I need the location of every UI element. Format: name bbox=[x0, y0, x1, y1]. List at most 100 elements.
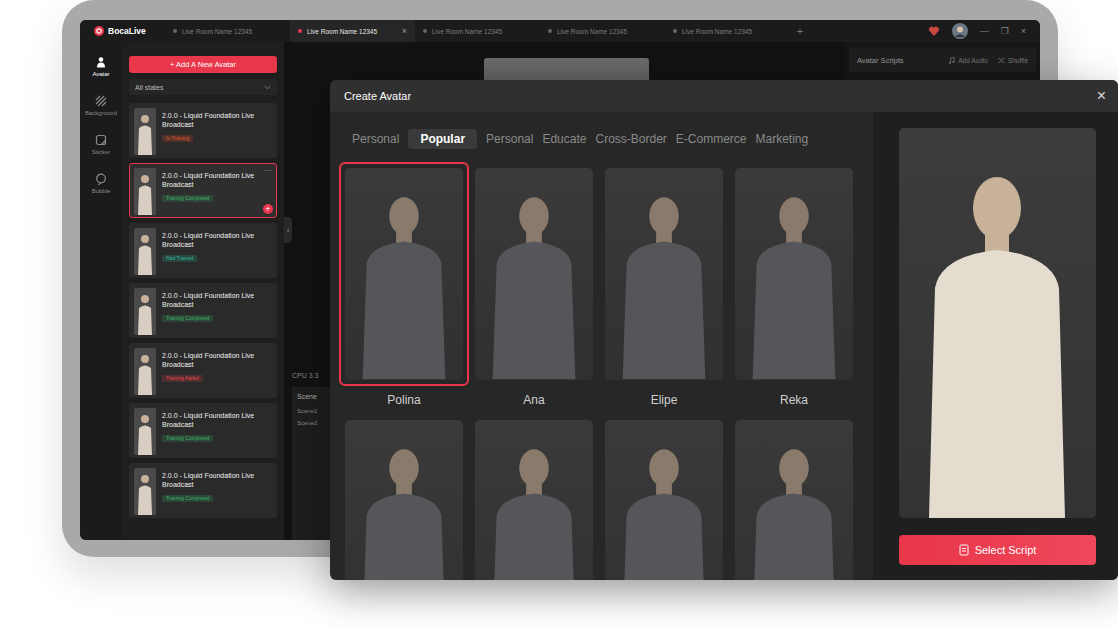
person-silhouette-icon bbox=[475, 420, 593, 580]
category-tab[interactable]: Personal bbox=[486, 129, 533, 149]
person-silhouette-icon bbox=[134, 408, 156, 455]
avatar-photo bbox=[735, 420, 853, 580]
status-badge: Had Trained bbox=[162, 255, 197, 262]
status-badge: Training Completed bbox=[162, 435, 213, 442]
dialog-header: Create Avatar × bbox=[330, 80, 1118, 112]
room-tab[interactable]: Live Room Name 12345 bbox=[540, 20, 665, 42]
new-tab-button[interactable]: + bbox=[790, 20, 810, 42]
avatar-item[interactable]: 2.0.0 - Liquid Foundation Live Broadcast… bbox=[129, 463, 277, 518]
person-silhouette-icon bbox=[134, 168, 156, 215]
tab-dot-icon bbox=[298, 29, 302, 33]
status-badge: Training Completed bbox=[162, 495, 213, 502]
avatar-title: 2.0.0 - Liquid Foundation Live Broadcast bbox=[162, 228, 272, 249]
avatar-thumbnail bbox=[134, 228, 156, 275]
avatar-item[interactable]: 2.0.0 - Liquid Foundation Live Broadcast… bbox=[129, 283, 277, 338]
person-silhouette-icon bbox=[345, 420, 463, 580]
person-silhouette-icon bbox=[899, 128, 1096, 518]
avatar-card[interactable] bbox=[729, 414, 859, 580]
category-tab[interactable]: Marketing bbox=[756, 129, 809, 149]
script-action[interactable]: Add Audio bbox=[948, 57, 988, 64]
person-silhouette-icon bbox=[735, 420, 853, 580]
select-script-button[interactable]: Select Script bbox=[899, 535, 1096, 565]
avatar-photo bbox=[605, 168, 723, 380]
status-badge: In Training bbox=[162, 135, 193, 142]
avatar-item[interactable]: 2.0.0 - Liquid Foundation Live Broadcast… bbox=[129, 163, 277, 218]
person-silhouette-icon bbox=[605, 420, 723, 580]
chevron-down-icon bbox=[264, 84, 271, 91]
avatar-name: Reka bbox=[780, 393, 808, 407]
category-tab[interactable]: Popular bbox=[408, 129, 477, 149]
avatar-card[interactable] bbox=[599, 414, 729, 580]
avatar-card[interactable]: Reka bbox=[729, 162, 859, 414]
bubble-icon bbox=[95, 173, 107, 185]
room-tab[interactable]: Live Room Name 12345 bbox=[165, 20, 290, 42]
avatar-photo bbox=[735, 168, 853, 380]
tool-rail: Avatar Background Sticker Bubble bbox=[80, 42, 122, 540]
rail-item[interactable]: Avatar bbox=[92, 56, 109, 77]
add-avatar-button[interactable]: + Add A New Avatar bbox=[129, 56, 277, 73]
shuffle-icon bbox=[998, 57, 1005, 64]
avatar-item[interactable]: 2.0.0 - Liquid Foundation Live Broadcast… bbox=[129, 103, 277, 158]
room-tab[interactable]: Live Room Name 12345 bbox=[665, 20, 790, 42]
status-badge: Training Completed bbox=[162, 315, 213, 322]
logo-icon bbox=[94, 26, 104, 36]
selected-avatar-preview bbox=[899, 128, 1096, 518]
collapse-handle[interactable]: ‹ bbox=[284, 217, 292, 243]
avatar-gallery: Personal Popular Personal Educate Cross-Bord… bbox=[330, 112, 873, 580]
room-tab[interactable]: Live Room Name 12345 × bbox=[290, 20, 415, 42]
rail-item[interactable]: Background bbox=[85, 95, 117, 116]
create-avatar-dialog: Create Avatar × Personal Popular Personal E… bbox=[330, 80, 1118, 580]
avatar-thumbnail bbox=[134, 468, 156, 515]
more-button[interactable]: ··· bbox=[264, 166, 272, 175]
stripes-icon bbox=[95, 95, 107, 107]
user-avatar-icon[interactable] bbox=[952, 23, 968, 39]
rail-item[interactable]: Sticker bbox=[92, 134, 110, 155]
avatar-title: 2.0.0 - Liquid Foundation Live Broadcast bbox=[162, 348, 272, 369]
script-action[interactable]: Shuffle bbox=[998, 57, 1028, 64]
avatar-card[interactable]: Polina bbox=[339, 162, 469, 414]
gift-icon[interactable] bbox=[928, 25, 940, 37]
room-tab[interactable]: Live Room Name 12345 bbox=[415, 20, 540, 42]
person-silhouette-icon bbox=[134, 288, 156, 335]
window-control-button[interactable]: — bbox=[980, 26, 989, 36]
avatar-photo bbox=[345, 420, 463, 580]
avatar-item[interactable]: 2.0.0 - Liquid Foundation Live Broadcast… bbox=[129, 343, 277, 398]
person-silhouette-icon bbox=[605, 168, 723, 380]
cpu-stat: CPU 3.3 bbox=[292, 372, 332, 379]
avatar-thumbnail bbox=[134, 168, 156, 215]
person-silhouette-icon bbox=[134, 348, 156, 395]
person-silhouette-icon bbox=[475, 168, 593, 380]
scene-item[interactable]: Scene1 bbox=[297, 408, 332, 414]
avatar-card[interactable]: Elipe bbox=[599, 162, 729, 414]
scene-item[interactable]: Scene2 bbox=[297, 420, 332, 426]
avatar-name: Elipe bbox=[651, 393, 678, 407]
music-icon bbox=[948, 57, 955, 64]
sticker-icon bbox=[95, 134, 107, 146]
category-tab[interactable]: Personal bbox=[352, 129, 399, 149]
avatar-card[interactable]: Ana bbox=[469, 162, 599, 414]
state-filter[interactable]: All states bbox=[129, 79, 277, 95]
avatar-item[interactable]: 2.0.0 - Liquid Foundation Live Broadcast… bbox=[129, 223, 277, 278]
dialog-title: Create Avatar bbox=[344, 90, 411, 102]
promo-canvas: BocaLive Live Room Name 12345 Live Room … bbox=[0, 0, 1118, 627]
add-to-scene-button[interactable]: + bbox=[263, 204, 273, 214]
avatar-card[interactable] bbox=[339, 414, 469, 580]
scene-title: Scene bbox=[297, 393, 332, 400]
app-name: BocaLive bbox=[108, 26, 146, 36]
category-tab[interactable]: Educate bbox=[542, 129, 586, 149]
avatar-card[interactable] bbox=[469, 414, 599, 580]
person-icon bbox=[95, 56, 107, 68]
category-tab[interactable]: E-Commerce bbox=[676, 129, 747, 149]
category-tab[interactable]: Cross-Border bbox=[595, 129, 666, 149]
tab-dot-icon bbox=[548, 29, 552, 33]
tab-close-button[interactable]: × bbox=[402, 26, 407, 36]
rail-item[interactable]: Bubble bbox=[92, 173, 111, 194]
window-control-button[interactable]: × bbox=[1021, 26, 1026, 36]
close-button[interactable]: × bbox=[1097, 87, 1106, 105]
window-control-button[interactable]: ❐ bbox=[1001, 26, 1009, 36]
status-badge: Training Completed bbox=[162, 195, 213, 202]
avatar-title: 2.0.0 - Liquid Foundation Live Broadcast bbox=[162, 168, 260, 189]
person-silhouette-icon bbox=[345, 168, 463, 380]
avatar-item[interactable]: 2.0.0 - Liquid Foundation Live Broadcast… bbox=[129, 403, 277, 458]
category-tabs: Personal Popular Personal Educate Cross-Bord… bbox=[339, 112, 873, 150]
